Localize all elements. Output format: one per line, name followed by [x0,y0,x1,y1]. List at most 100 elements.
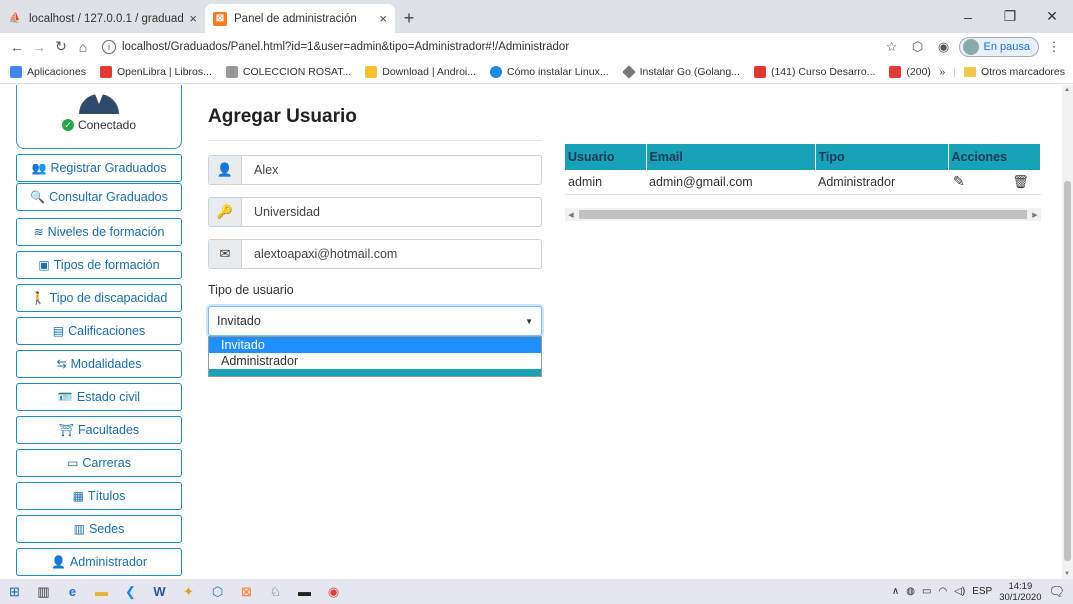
close-tab-icon[interactable]: × [189,11,197,26]
network-icon[interactable]: ◍ [906,586,915,597]
bookmarks-bar: Aplicaciones OpenLibra | Libros... COLEC… [0,60,1073,84]
bookmark-item[interactable]: Aplicaciones [10,65,86,78]
browser-toolbar: ← → ↻ ⌂ i localhost/Graduados/Panel.html… [0,33,1073,60]
input-language[interactable]: ESP [972,586,992,597]
bookmark-item[interactable]: COLECCION ROSAT... [225,65,351,78]
scroll-down-icon[interactable]: ▼ [1064,571,1070,577]
sidebar-item-facultades[interactable]: ⛩ Facultades [16,416,182,444]
sidebar-item-titulos[interactable]: ▦ Títulos [16,482,182,510]
chrome-icon[interactable]: ◉ [319,579,348,604]
edge-icon[interactable]: e [58,579,87,604]
sidebar-item-tipo-discapacidad[interactable]: 🚶 Tipo de discapacidad [16,284,182,312]
close-window-button[interactable]: ✕ [1031,0,1073,33]
sidebar-item-niveles-formacion[interactable]: ≋ Niveles de formación [16,218,182,246]
windows-taskbar: ⊞ ▥ e ▬ ❮ W ✦ ⬡ ⊠ ♘ ▬ ◉ ∧ ◍ ▭ ◠ ◁) ESP 1… [0,579,1073,604]
chevron-up-icon[interactable]: ∧ [892,586,899,597]
cast-icon[interactable]: ◉ [933,36,955,58]
home-icon[interactable]: ⌂ [72,36,94,58]
scrollbar-thumb[interactable] [579,210,1027,219]
more-bookmarks-button[interactable]: » [939,66,945,78]
file-explorer-icon[interactable]: ▬ [87,579,116,604]
organization-input[interactable] [242,198,541,226]
sidebar-item-sedes[interactable]: ▥ Sedes [16,515,182,543]
scroll-left-icon[interactable]: ◀ [565,211,577,219]
walking-icon: 🚶 [30,291,46,305]
sidebar-item-tipos-formacion[interactable]: ▣ Tipos de formación [16,251,182,279]
address-bar[interactable]: i localhost/Graduados/Panel.html?id=1&us… [94,35,881,58]
sidebar-item-calificaciones[interactable]: ▤ Calificaciones [16,317,182,345]
virtualbox-icon[interactable]: ⬡ [203,579,232,604]
forward-icon[interactable]: → [28,36,50,58]
scroll-up-icon[interactable]: ▲ [1064,87,1070,93]
column-header-tipo: Tipo [815,144,949,170]
new-tab-button[interactable]: + [395,4,423,33]
taskbar-clock[interactable]: 14:19 30/1/2020 [999,581,1041,603]
bookmark-item[interactable]: Cómo instalar Linux... [490,65,609,78]
divider [208,140,542,141]
bookmark-item[interactable]: Instalar Go (Golang... [621,64,740,79]
url-text: localhost/Graduados/Panel.html?id=1&user… [122,40,570,53]
email-input[interactable] [242,240,541,268]
building-icon: ⛩ [58,423,75,437]
vscode-icon[interactable]: ❮ [116,579,145,604]
trash-icon[interactable]: 🗑 [1012,174,1029,189]
close-tab-icon[interactable]: × [379,11,387,26]
user-type-option-invitado[interactable]: Invitado [209,337,541,353]
xampp-icon[interactable]: ⊠ [232,579,261,604]
browser-tab-phpmyadmin[interactable]: ⛵ localhost / 127.0.0.1 / graduados × [0,4,205,33]
bookmark-item[interactable]: (141) Curso Desarro... [753,65,875,78]
name-field: 👤 [208,155,542,185]
windows-start-icon[interactable]: ⊞ [0,579,29,604]
battery-icon[interactable]: ▭ [922,586,931,597]
sidebar-item-carreras[interactable]: ▭ Carreras [16,449,182,477]
layers-icon: ≋ [33,225,44,239]
column-header-email: Email [646,144,816,170]
directions-icon: ⇆ [56,357,67,371]
info-icon[interactable]: i [102,39,116,54]
tab-title: localhost / 127.0.0.1 / graduados [29,12,184,25]
volume-icon[interactable]: ◁) [954,586,965,597]
notifications-icon[interactable]: 🗨 [1048,584,1065,600]
profile-button[interactable]: En pausa [958,36,1039,57]
maximize-button[interactable]: ❐ [989,0,1031,33]
scrollbar-thumb[interactable] [1064,181,1071,561]
user-type-option-administrador[interactable]: Administrador [209,353,541,369]
back-icon[interactable]: ← [6,36,28,58]
scroll-right-icon[interactable]: ▶ [1029,211,1041,219]
cell-usuario: admin [565,170,646,195]
postgres-icon[interactable]: ♘ [261,579,290,604]
task-view-icon[interactable]: ▥ [29,579,58,604]
sidebar-item-modalidades[interactable]: ⇆ Modalidades [16,350,182,378]
page-vertical-scrollbar[interactable]: ▲ ▼ [1062,85,1073,579]
sidebar-item-administrador[interactable]: 👤 Administrador [16,548,182,576]
terminal-icon[interactable]: ▬ [290,579,319,604]
envelope-icon: ✉ [209,240,242,268]
folder-icon [963,67,976,77]
user-avatar-icon [79,94,119,114]
extension-icon[interactable]: ⬡ [907,36,929,58]
bookmark-item[interactable]: Download | Androi... [365,65,476,78]
app-icon[interactable]: ✦ [174,579,203,604]
browser-tab-strip: ⛵ localhost / 127.0.0.1 / graduados × ⊠ … [0,0,1073,33]
cell-acciones: ✎ 🗑 [948,170,1041,195]
user-type-dropdown: Invitado Administrador [208,336,542,377]
other-bookmarks[interactable]: Otros marcadores [963,66,1065,78]
menu-kebab-icon[interactable]: ⋮ [1043,36,1065,58]
bookmark-favicon [225,65,238,78]
browser-tab-panel[interactable]: ⊠ Panel de administración × [205,4,395,33]
star-icon[interactable]: ☆ [881,36,903,58]
bookmark-item[interactable]: OpenLibra | Libros... [99,65,212,78]
name-input[interactable] [242,156,541,184]
sidebar-item-estado-civil[interactable]: 🪪 Estado civil [16,383,182,411]
edit-icon[interactable]: ✎ [953,173,965,189]
table-horizontal-scrollbar[interactable]: ◀ ▶ [565,208,1041,221]
sidebar-item-registrar-graduados[interactable]: 👥 Registrar Graduados [16,154,182,182]
minimize-button[interactable]: – [947,0,989,33]
word-icon[interactable]: W [145,579,174,604]
reload-icon[interactable]: ↻ [50,36,72,58]
sidebar-item-consultar-graduados[interactable]: 🔍 Consultar Graduados [16,183,182,211]
connection-status: ✓ Conectado [61,118,136,132]
user-type-select[interactable]: Invitado ▼ [208,306,542,336]
wifi-icon[interactable]: ◠ [938,586,947,597]
users-icon: 👥 [31,161,47,175]
